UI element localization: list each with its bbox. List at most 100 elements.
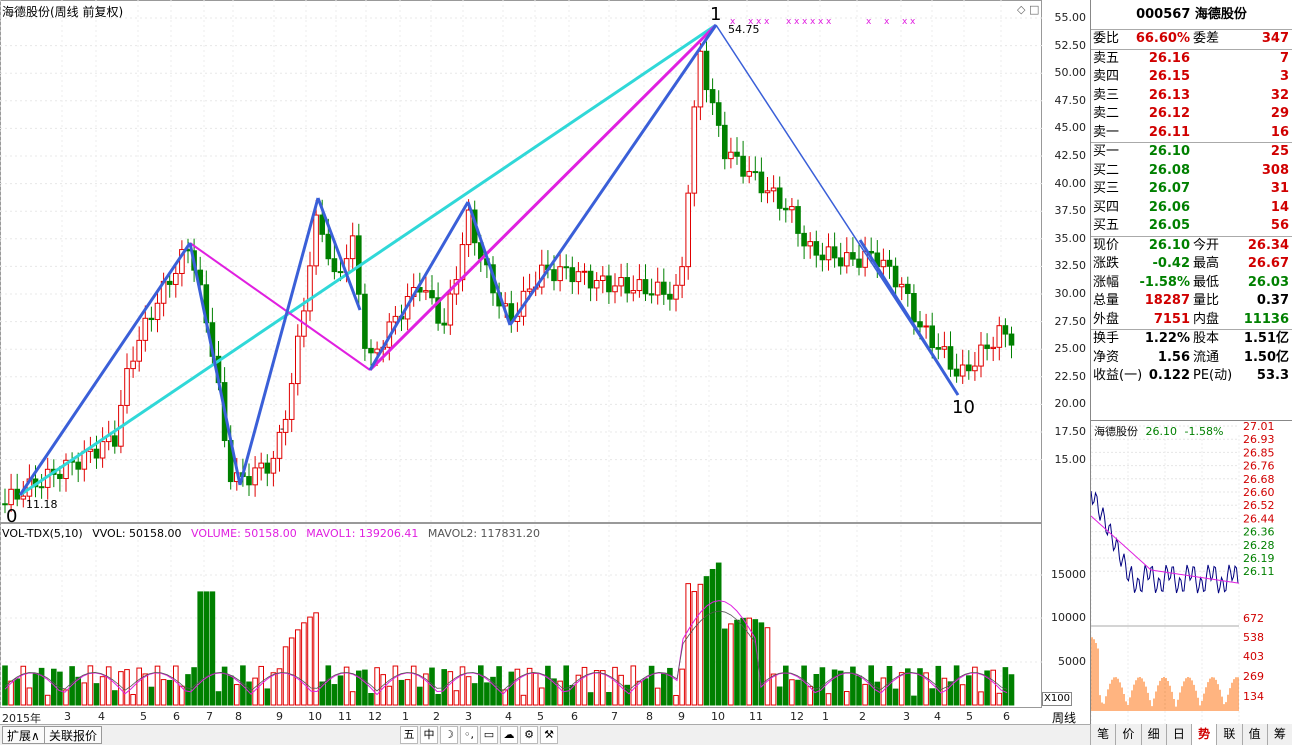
toolbar-tool-icon[interactable]: ◦, — [460, 726, 478, 744]
vol-indicator-name[interactable]: VOL-TDX(5,10) — [2, 527, 83, 540]
mavol2-value: MAVOL2: 117831.20 — [427, 527, 541, 540]
volume-bar — [423, 673, 429, 706]
price-tick: 22.50 — [1054, 369, 1087, 383]
stat-label: 股本 — [1193, 331, 1220, 346]
signal-marker: x — [884, 17, 890, 27]
right-tab[interactable]: 细 — [1140, 724, 1166, 745]
volume-bar — [758, 622, 765, 706]
candle-body — [441, 322, 447, 326]
sell-level-row: 卖三 26.13 32 — [1091, 87, 1292, 106]
volume-bar — [288, 637, 295, 706]
kline-chart[interactable]: x x x x x x x x x x x x x x154.75011.1810- — [0, 0, 1042, 708]
mini-volume-tick: 672 — [1243, 612, 1264, 625]
volume-bar — [587, 692, 594, 706]
right-tab[interactable]: 值 — [1241, 724, 1267, 745]
vvol-value: VVOL: 50158.00 — [92, 527, 182, 540]
volume-bar — [295, 629, 301, 706]
toolbar-tool-icon[interactable]: ☁ — [500, 726, 518, 744]
right-tab[interactable]: 势 — [1191, 724, 1217, 745]
toolbar-tool-icon[interactable]: ▭ — [480, 726, 498, 744]
right-tab[interactable]: 联 — [1216, 724, 1242, 745]
month-label: 3 — [64, 710, 71, 723]
stat-label: 最低 — [1193, 274, 1220, 290]
candle-body — [154, 302, 161, 321]
square-icon[interactable]: □ — [1029, 3, 1039, 16]
signal-marker: x — [786, 17, 792, 27]
sell-price: 26.11 — [1148, 124, 1190, 140]
toolbar-tool-icon[interactable]: 五 — [400, 726, 418, 744]
related-quotes-button[interactable]: 关联报价 — [44, 726, 103, 744]
volume-bar — [1008, 674, 1015, 706]
toolbar-tool-icon[interactable]: 中 — [420, 726, 438, 744]
right-tab[interactable]: 价 — [1115, 724, 1141, 745]
month-label: 7 — [206, 710, 213, 723]
volume-bar — [471, 683, 478, 706]
toolbar-tool-icon[interactable]: ⚒ — [540, 726, 558, 744]
volume-bar — [722, 628, 728, 706]
candle-body — [423, 290, 429, 293]
expand-button[interactable]: 扩展∧ — [2, 726, 45, 744]
month-label: 5 — [140, 710, 147, 723]
volume-bar — [26, 687, 33, 706]
mini-price-tick: 26.68 — [1243, 473, 1275, 486]
stat-value: 1.22% — [1144, 331, 1190, 346]
volume-bar — [691, 591, 698, 706]
candle-body — [770, 187, 777, 192]
volume-bar — [301, 622, 307, 706]
diamond-icon[interactable]: ◇ — [1017, 3, 1025, 16]
stat-value: 11136 — [1243, 311, 1289, 327]
candle-body — [38, 486, 45, 489]
candle-body — [581, 270, 588, 273]
buy-level-row: 买一 26.10 25 — [1091, 143, 1292, 162]
volume-tick: 10000 — [1051, 611, 1086, 624]
candle-body — [935, 347, 942, 350]
candle-body — [551, 269, 557, 282]
volume-bar — [160, 679, 167, 706]
candle-body — [819, 254, 826, 261]
candle-body — [850, 252, 856, 260]
volume-bar — [112, 690, 118, 706]
month-label: 5 — [966, 710, 973, 723]
right-tab[interactable]: 筹 — [1266, 724, 1292, 745]
right-tab[interactable]: 笔 — [1090, 724, 1116, 745]
candle-body — [740, 155, 746, 177]
candle-body — [575, 271, 582, 283]
candle-body — [856, 258, 862, 268]
kline-chart-area[interactable]: x x x x x x x x x x x x x x 1 54.75 0 11.18 10- 海德股份(周线 前复… — [0, 0, 1042, 708]
intraday-mini-chart[interactable]: 海德股份 26.10 -1.58% 27.01 26.93 26.85 26.76 26… — [1090, 420, 1292, 725]
right-tab[interactable]: 日 — [1165, 724, 1191, 745]
volume-bar — [825, 693, 832, 706]
month-label: 6 — [173, 710, 180, 723]
volume-bar — [795, 679, 801, 706]
wave-arrow-blue — [858, 239, 960, 396]
mini-price-tick: 26.19 — [1243, 552, 1275, 565]
volume-bar — [215, 691, 222, 706]
stock-code-name[interactable]: 000567 海德股份 — [1091, 0, 1292, 30]
candle-body — [2, 503, 8, 506]
volume-bar — [844, 691, 850, 706]
volume-bar — [648, 665, 655, 706]
candle-body — [1008, 333, 1015, 346]
month-label: 12 — [368, 710, 382, 723]
sell-level-row: 卖五 26.16 7 — [1091, 50, 1292, 69]
candle-body — [795, 206, 801, 234]
volume-bar — [880, 677, 887, 706]
signal-marker: x — [802, 17, 808, 27]
stat-label: 收益(一) — [1093, 368, 1143, 383]
buy-level-row: 买五 26.05 56 — [1091, 217, 1292, 236]
volume-scale-badge[interactable]: X100 — [1042, 692, 1072, 706]
toolbar-tool-icon[interactable]: ⚙ — [520, 726, 538, 744]
volume-bar — [654, 687, 661, 706]
volume-bar — [227, 675, 234, 706]
month-label: 12 — [790, 710, 804, 723]
volume-bar — [612, 666, 618, 706]
price-tick: 37.50 — [1054, 204, 1087, 218]
candle-body — [941, 346, 948, 350]
buy-level-row: 买三 26.07 31 — [1091, 180, 1292, 199]
tool-icons: 五中 ☽ ◦, ▭ ☁ ⚙ ⚒ — [400, 726, 558, 744]
signal-marker: x — [910, 17, 916, 27]
toolbar-tool-icon[interactable]: ☽ — [440, 726, 458, 744]
stat-row: 净资 1.56 流通 1.50亿 — [1091, 349, 1292, 368]
volume-bar — [862, 683, 868, 706]
mini-chart-svg: 27.0126.9326.8526.7626.6826.6026.5226.44… — [1091, 421, 1275, 725]
